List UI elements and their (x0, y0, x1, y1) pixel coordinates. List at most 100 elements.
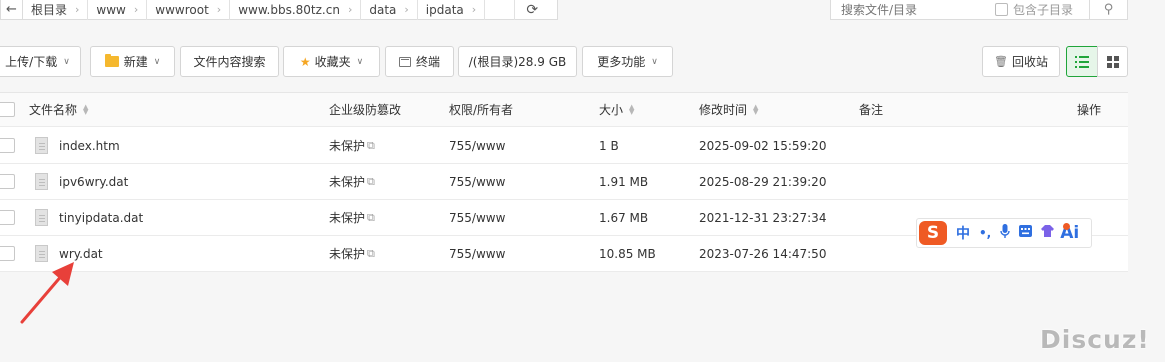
file-name-cell[interactable]: ipv6wry.dat (35, 164, 128, 199)
discuz-watermark: Discuz! (1040, 322, 1152, 356)
disk-usage-button[interactable]: /(根目录)28.9 GB (458, 46, 577, 77)
refresh-icon[interactable]: ⟳ (515, 0, 549, 20)
file-name[interactable]: wry.dat (59, 247, 103, 261)
unlock-icon: ⧉ (367, 210, 375, 224)
perm-cell[interactable]: 755/www (449, 200, 505, 235)
search-icon[interactable]: ⚲ (1089, 0, 1127, 20)
perm-value[interactable]: 755/www (449, 211, 505, 225)
recycle-bin-button[interactable]: 🗑 回收站 (982, 46, 1060, 77)
file-icon (35, 173, 48, 190)
breadcrumb-wwwroot[interactable]: wwwroot › (147, 0, 231, 20)
ime-punctuation-toggle[interactable]: •, (979, 226, 991, 240)
perm-cell[interactable]: 755/www (449, 236, 505, 271)
chevron-right-icon: › (404, 3, 409, 16)
protect-status: 未保护 (329, 175, 366, 189)
table-row[interactable]: index.htm 未保护 ⧉ 755/www 1 B 2025-09-02 15… (0, 128, 1128, 164)
size-value: 1.91 MB (599, 174, 649, 189)
terminal-button[interactable]: 终端 (385, 46, 454, 77)
file-name-cell[interactable]: tinyipdata.dat (35, 200, 143, 235)
header-perm-label: 权限/所有者 (449, 103, 514, 117)
include-subdir-label: 包含子目录 (1013, 3, 1074, 17)
watermark-text: Discuz! (1040, 324, 1150, 354)
row-checkbox[interactable] (0, 174, 15, 189)
favorites-button[interactable]: ★ 收藏夹 ∨ (283, 46, 380, 77)
header-mtime[interactable]: 修改时间 ▲ ▼ (699, 93, 758, 126)
mtime-cell: 2021-12-31 23:27:34 (699, 200, 826, 235)
microphone-icon[interactable] (1000, 223, 1010, 243)
list-view-icon (1075, 55, 1089, 68)
upload-download-label: 上传/下载 (5, 55, 58, 69)
perm-cell[interactable]: 755/www (449, 164, 505, 199)
perm-cell[interactable]: 755/www (449, 128, 505, 163)
protect-status: 未保护 (329, 139, 366, 153)
search-box: 包含子目录 ⚲ (830, 0, 1128, 20)
skin-icon[interactable] (1041, 225, 1055, 241)
terminal-label: 终端 (415, 55, 440, 69)
breadcrumb-label: www.bbs.80tz.cn (238, 2, 340, 17)
breadcrumb-ipdata[interactable]: ipdata › (418, 0, 486, 20)
keyboard-icon[interactable] (1019, 225, 1033, 241)
notification-dot-icon (1063, 223, 1070, 230)
perm-value[interactable]: 755/www (449, 247, 505, 261)
disk-usage-label: /(根目录)28.9 GB (468, 55, 567, 69)
header-size[interactable]: 大小 ▲ ▼ (599, 93, 634, 126)
perm-value[interactable]: 755/www (449, 139, 505, 153)
trash-icon: 🗑 (994, 55, 1008, 68)
header-protect: 企业级防篡改 (329, 93, 401, 126)
protect-cell[interactable]: 未保护 ⧉ (329, 236, 375, 271)
row-checkbox[interactable] (0, 138, 15, 153)
sogou-logo-icon[interactable]: S (919, 221, 947, 245)
table-row[interactable]: ipv6wry.dat 未保护 ⧉ 755/www 1.91 MB 2025-08… (0, 164, 1128, 200)
upload-download-button[interactable]: 上传/下载 ∨ (0, 46, 81, 77)
path-input-area[interactable] (485, 0, 516, 20)
sort-icon: ▲ ▼ (629, 102, 635, 116)
header-name[interactable]: 文件名称 ▲ ▼ (29, 93, 88, 126)
size-cell: 1.91 MB (599, 164, 648, 199)
header-action-label: 操作 (1077, 103, 1102, 117)
new-button[interactable]: 新建 ∨ (90, 46, 175, 77)
chevron-right-icon: › (471, 3, 477, 16)
mtime-value: 2025-08-29 21:39:20 (699, 174, 827, 189)
include-subdir-checkbox[interactable]: 包含子目录 (995, 1, 1073, 18)
breadcrumb-data[interactable]: data › (361, 0, 418, 20)
chevron-right-icon: › (347, 3, 353, 16)
mtime-cell: 2025-08-29 21:39:20 (699, 164, 826, 199)
grid-view-toggle[interactable] (1097, 46, 1128, 77)
header-perm: 权限/所有者 (449, 93, 513, 126)
ime-toolbar[interactable]: S 中 •, Ai (916, 218, 1092, 248)
file-name[interactable]: tinyipdata.dat (59, 211, 143, 225)
content-search-button[interactable]: 文件内容搜索 (180, 46, 279, 77)
file-name[interactable]: ipv6wry.dat (59, 175, 128, 189)
unlock-icon: ⧉ (367, 174, 375, 188)
protect-cell[interactable]: 未保护 ⧉ (329, 128, 375, 163)
protect-cell[interactable]: 未保护 ⧉ (329, 164, 375, 199)
protect-cell[interactable]: 未保护 ⧉ (329, 200, 375, 235)
list-view-toggle[interactable] (1066, 46, 1098, 77)
grid-view-icon (1106, 55, 1119, 68)
chevron-right-icon: › (133, 3, 139, 16)
breadcrumb-site[interactable]: www.bbs.80tz.cn › (230, 0, 362, 20)
row-checkbox[interactable] (0, 210, 15, 225)
header-note-label: 备注 (859, 103, 884, 117)
breadcrumb-root[interactable]: 根目录 › (23, 0, 89, 20)
more-functions-button[interactable]: 更多功能 ∨ (582, 46, 673, 77)
search-input[interactable] (831, 2, 989, 17)
file-name-cell[interactable]: index.htm (35, 128, 120, 163)
path-bar: ← 根目录 › www › wwwroot › www.bbs.80tz.cn › da… (0, 0, 558, 20)
file-name[interactable]: index.htm (59, 139, 120, 153)
back-arrow-icon[interactable]: ← (1, 0, 23, 20)
breadcrumb-www[interactable]: www › (88, 0, 148, 20)
select-all-checkbox[interactable] (0, 102, 15, 117)
perm-value[interactable]: 755/www (449, 175, 505, 189)
breadcrumb-label: wwwroot (155, 2, 209, 17)
row-checkbox[interactable] (0, 246, 15, 261)
header-name-label: 文件名称 (29, 103, 78, 117)
checkbox-box[interactable] (995, 3, 1008, 16)
ime-language-toggle[interactable]: 中 (956, 223, 970, 243)
red-arrow-annotation-icon (20, 262, 74, 324)
mtime-cell: 2023-07-26 14:47:50 (699, 236, 826, 271)
star-icon: ★ (299, 54, 311, 69)
chevron-right-icon: › (216, 3, 222, 16)
unlock-icon: ⧉ (367, 246, 375, 260)
size-cell: 1 B (599, 128, 619, 163)
